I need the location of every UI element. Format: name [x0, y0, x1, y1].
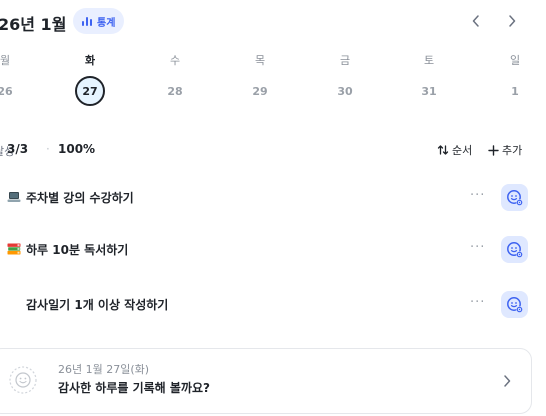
gratitude-journal-card[interactable]: 26년 1월 27일(화) 감사한 하루를 기록해 볼까요?	[0, 348, 532, 414]
daily-planner-screen: 26년 1월 통계 월 화 수 목 금 토 일 26 27 28 29 30 3…	[0, 0, 546, 416]
journal-date: 26년 1월 27일(화)	[58, 363, 150, 376]
previous-week-button[interactable]	[467, 12, 485, 30]
more-options-icon[interactable]: ···	[470, 188, 485, 203]
sort-arrows-icon	[437, 145, 449, 155]
weekday-row: 월 화 수 목 금 토 일	[0, 52, 546, 68]
todo-item[interactable]: 하루 10분 독서하기 ···	[0, 232, 546, 266]
date-cell[interactable]: 26	[0, 76, 20, 106]
plus-icon	[488, 144, 499, 156]
smile-settings-icon	[506, 189, 523, 206]
todo-text: 감사일기 1개 이상 작성하기	[26, 298, 169, 312]
todo-status-button[interactable]	[501, 184, 528, 211]
stats-label: 통계	[97, 17, 116, 29]
date-cell[interactable]: 31	[414, 76, 444, 106]
weekday-label-thu: 목	[254, 54, 266, 67]
chevron-left-icon	[472, 15, 479, 27]
smile-settings-icon	[506, 296, 523, 313]
todo-text: 하루 10분 독서하기	[26, 243, 129, 257]
chevron-right-icon[interactable]	[500, 373, 514, 389]
weekday-label-sat: 토	[423, 54, 435, 67]
weekday-label-sun: 일	[509, 54, 521, 67]
progress-percent: 100%	[58, 142, 96, 156]
progress-separator: ·	[46, 142, 50, 156]
smile-face-icon	[9, 366, 37, 394]
todo-status-button[interactable]	[501, 236, 528, 263]
books-icon	[7, 243, 21, 255]
journal-prompt: 감사한 하루를 기록해 볼까요?	[58, 381, 210, 395]
bar-chart-icon	[82, 17, 92, 26]
weekday-label-fri: 금	[339, 54, 351, 67]
add-label: 추가	[502, 144, 523, 157]
weekday-label-mon: 월	[0, 54, 11, 67]
add-todo-button[interactable]: 추가	[488, 142, 522, 158]
progress-row: 달성 3/3 · 100% 순서 추가	[0, 141, 546, 159]
weekday-label-wed: 수	[169, 54, 181, 67]
date-cell-selected[interactable]: 27	[75, 76, 105, 106]
date-cell[interactable]: 30	[330, 76, 360, 106]
next-week-button[interactable]	[503, 12, 521, 30]
more-options-icon[interactable]: ···	[470, 295, 485, 310]
more-options-icon[interactable]: ···	[470, 240, 485, 255]
date-cell[interactable]: 29	[245, 76, 275, 106]
progress-count: 3/3	[7, 142, 29, 156]
sort-button[interactable]: 순서	[437, 142, 472, 158]
month-title[interactable]: 26년 1월	[0, 11, 66, 35]
date-cell[interactable]: 1	[500, 76, 530, 106]
todo-item[interactable]: 감사일기 1개 이상 작성하기 ···	[0, 287, 546, 321]
calendar-header: 26년 1월 통계	[0, 6, 546, 36]
todo-status-button[interactable]	[501, 291, 528, 318]
date-cell[interactable]: 28	[160, 76, 190, 106]
todo-item[interactable]: 주차별 강의 수강하기 ···	[0, 180, 546, 214]
smile-settings-icon	[506, 241, 523, 258]
sort-label: 순서	[452, 144, 473, 157]
laptop-icon	[7, 192, 21, 202]
chevron-right-icon	[509, 15, 516, 27]
stats-button[interactable]: 통계	[73, 8, 125, 34]
weekday-label-tue: 화	[84, 54, 96, 67]
date-row: 26 27 28 29 30 31 1	[0, 76, 546, 106]
todo-text: 주차별 강의 수강하기	[26, 191, 134, 205]
